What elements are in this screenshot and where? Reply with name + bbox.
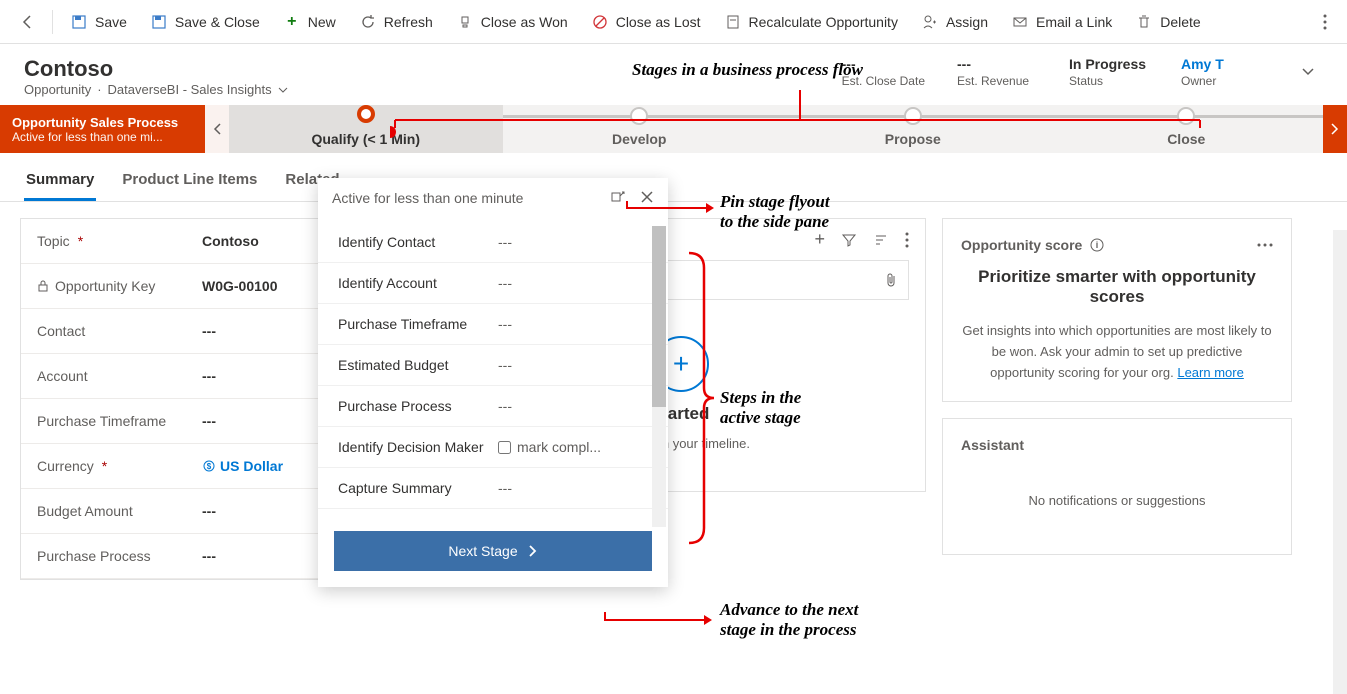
annotation-advance: Advance to the nextstage in the process (720, 600, 858, 640)
refresh-button[interactable]: Refresh (350, 8, 443, 36)
entity-name: Opportunity (24, 82, 91, 97)
svg-text:$: $ (207, 462, 212, 471)
info-icon[interactable]: i (1090, 238, 1104, 252)
header-status[interactable]: In Progress Status (1069, 56, 1149, 88)
assistant-header: Assistant (961, 437, 1024, 453)
timeline-filter-icon[interactable] (841, 232, 857, 248)
assistant-card: Assistant No notifications or suggestion… (942, 418, 1292, 555)
save-icon (71, 14, 87, 30)
card-more-icon[interactable] (1257, 243, 1273, 247)
calculator-icon (725, 14, 741, 30)
command-bar: Save Save & Close + New Refresh Close as… (0, 0, 1347, 44)
save-close-label: Save & Close (175, 14, 260, 30)
save-label: Save (95, 14, 127, 30)
tab-summary[interactable]: Summary (24, 163, 96, 201)
step-estimated-budget[interactable]: Estimated Budget --- (318, 345, 668, 386)
save-close-icon (151, 14, 167, 30)
record-header: Contoso Opportunity · DataverseBI - Sale… (0, 44, 1347, 105)
bpf-prev-button[interactable] (205, 105, 229, 153)
assign-label: Assign (946, 14, 988, 30)
bpf-stage-close[interactable]: Close (1050, 105, 1324, 153)
new-button[interactable]: + New (274, 8, 346, 36)
close-lost-label: Close as Lost (616, 14, 701, 30)
breadcrumb: Opportunity · DataverseBI - Sales Insigh… (24, 82, 288, 97)
header-expand[interactable] (1293, 56, 1323, 86)
timeline-sort-icon[interactable] (873, 232, 889, 248)
email-icon (1012, 14, 1028, 30)
page-title: Contoso (24, 56, 288, 82)
flyout-header-text: Active for less than one minute (332, 190, 523, 206)
trophy-icon (457, 14, 473, 30)
prohibit-icon (592, 14, 608, 30)
refresh-icon (360, 14, 376, 30)
close-lost-button[interactable]: Close as Lost (582, 8, 711, 36)
score-body: Get insights into which opportunities ar… (961, 321, 1273, 383)
bpf-next-button[interactable] (1323, 105, 1347, 153)
divider (52, 10, 53, 34)
svg-text:i: i (1096, 240, 1099, 250)
step-identify-account[interactable]: Identify Account --- (318, 263, 668, 304)
recalc-button[interactable]: Recalculate Opportunity (715, 8, 908, 36)
back-button[interactable] (12, 6, 44, 38)
overflow-menu[interactable] (1315, 6, 1335, 38)
header-owner[interactable]: Amy T Owner (1181, 56, 1261, 88)
bpf-stages: Qualify (< 1 Min) Develop Propose Close (229, 105, 1323, 153)
assign-icon (922, 14, 938, 30)
delete-label: Delete (1160, 14, 1200, 30)
step-purchase-process[interactable]: Purchase Process --- (318, 386, 668, 427)
save-button[interactable]: Save (61, 8, 137, 36)
bpf-stage-develop[interactable]: Develop (503, 105, 777, 153)
score-title: Prioritize smarter with opportunity scor… (961, 267, 1273, 307)
header-revenue[interactable]: --- Est. Revenue (957, 56, 1037, 88)
attachment-icon[interactable] (884, 272, 898, 288)
right-panel: Opportunity score i Prioritize smarter w… (942, 218, 1292, 555)
form-tabs: Summary Product Line Items Related (0, 153, 1347, 202)
trash-icon (1136, 14, 1152, 30)
bpf-stage-qualify[interactable]: Qualify (< 1 Min) (229, 105, 503, 153)
decision-maker-checkbox[interactable] (498, 441, 511, 454)
pin-icon[interactable] (610, 190, 626, 206)
new-label: New (308, 14, 336, 30)
timeline-add-icon[interactable]: + (814, 229, 825, 250)
email-link-button[interactable]: Email a Link (1002, 8, 1122, 36)
next-stage-button[interactable]: Next Stage (334, 531, 652, 571)
bpf-stage-propose[interactable]: Propose (776, 105, 1050, 153)
score-header: Opportunity score (961, 237, 1082, 253)
close-won-button[interactable]: Close as Won (447, 8, 578, 36)
step-identify-contact[interactable]: Identify Contact --- (318, 222, 668, 263)
close-icon[interactable] (640, 190, 654, 206)
recalc-label: Recalculate Opportunity (749, 14, 898, 30)
assign-button[interactable]: Assign (912, 8, 998, 36)
form-body: Topic* Contoso Opportunity Key W0G-00100… (0, 202, 1347, 596)
tab-product-line-items[interactable]: Product Line Items (120, 163, 259, 201)
delete-button[interactable]: Delete (1126, 8, 1210, 36)
annotation-advance-arrow (600, 610, 720, 630)
chevron-down-icon (278, 85, 288, 95)
refresh-label: Refresh (384, 14, 433, 30)
flyout-scrollbar[interactable] (652, 226, 666, 527)
step-purchase-timeframe[interactable]: Purchase Timeframe --- (318, 304, 668, 345)
business-process-flow: Opportunity Sales Process Active for les… (0, 105, 1347, 153)
step-decision-maker[interactable]: Identify Decision Maker mark compl... (318, 427, 668, 468)
plus-icon: + (284, 14, 300, 30)
email-link-label: Email a Link (1036, 14, 1112, 30)
assistant-body: No notifications or suggestions (961, 467, 1273, 536)
step-capture-summary[interactable]: Capture Summary --- (318, 468, 668, 509)
timeline-more-icon[interactable] (905, 232, 909, 248)
header-close-date[interactable]: --- Est. Close Date (842, 56, 925, 88)
learn-more-link[interactable]: Learn more (1177, 365, 1243, 380)
currency-icon: $ (202, 459, 216, 473)
close-won-label: Close as Won (481, 14, 568, 30)
stage-flyout: Active for less than one minute Identify… (318, 178, 668, 587)
save-close-button[interactable]: Save & Close (141, 8, 270, 36)
view-name[interactable]: DataverseBI - Sales Insights (108, 82, 272, 97)
scrollbar[interactable] (1333, 230, 1347, 694)
opportunity-score-card: Opportunity score i Prioritize smarter w… (942, 218, 1292, 402)
lock-icon (37, 280, 49, 292)
bpf-process-label[interactable]: Opportunity Sales Process Active for les… (0, 105, 205, 153)
